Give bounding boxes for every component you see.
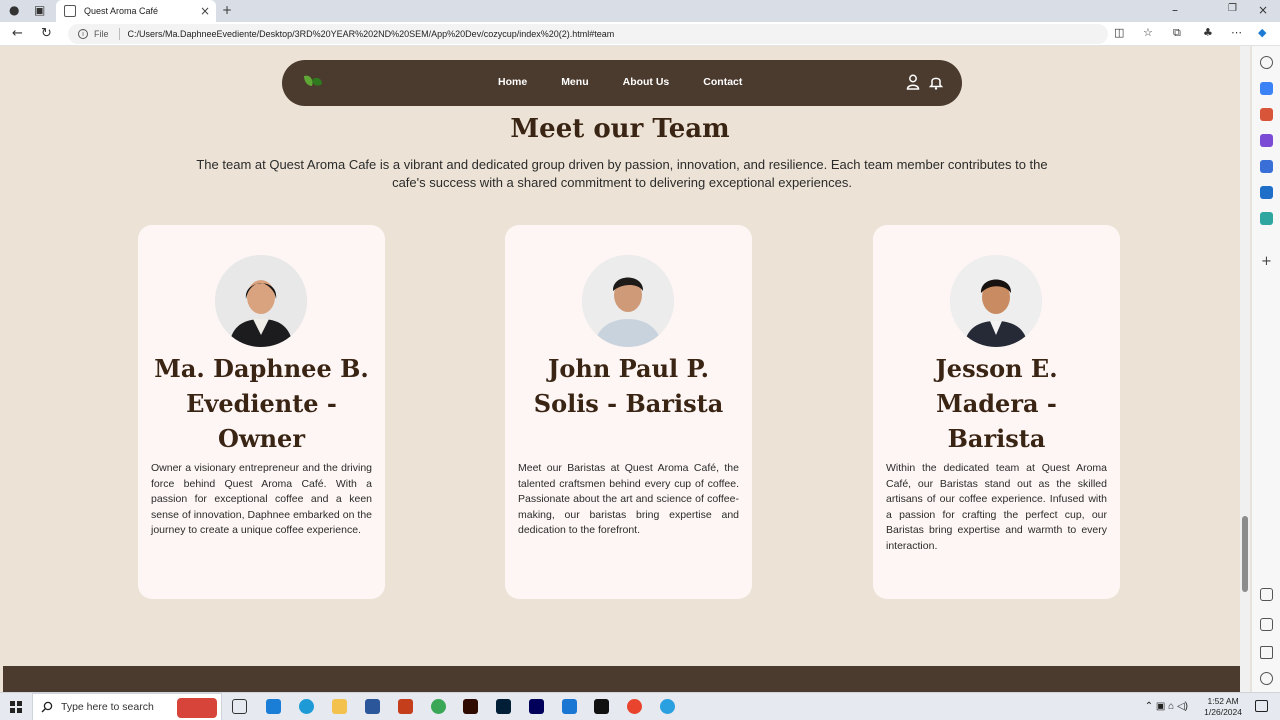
page-scrollbar[interactable] <box>1240 46 1250 692</box>
member-description: Meet our Baristas at Quest Aroma Café, t… <box>518 462 739 536</box>
settings-gear-icon[interactable] <box>1260 672 1273 685</box>
edge-icon[interactable] <box>299 699 314 714</box>
member-name: John Paul P. Solis - Barista <box>533 354 724 418</box>
sidebar-toggle-icon[interactable] <box>1260 618 1273 631</box>
team-intro: The team at Quest Aroma Cafe is a vibran… <box>196 157 1048 190</box>
nav-home-link[interactable]: Home <box>498 76 527 88</box>
external-link-icon[interactable] <box>1260 646 1273 659</box>
restore-icon[interactable]: ❐ <box>1228 3 1237 14</box>
wps-icon[interactable] <box>627 699 642 714</box>
close-tab-icon[interactable]: × <box>200 4 210 18</box>
back-icon[interactable]: ← <box>12 26 23 41</box>
windows-taskbar: Type here to search ⌃ ▣ ⌂ ◁) 1:52 AM 1/2… <box>0 692 1280 720</box>
scrollbar-thumb[interactable] <box>1242 516 1248 592</box>
team-card: Jesson E. Madera - Barista Within the de… <box>873 225 1120 599</box>
drop-icon[interactable] <box>1260 212 1273 225</box>
bell-icon[interactable] <box>929 74 943 90</box>
web-page: Home Menu About Us Contact Meet our Team… <box>0 46 1240 692</box>
add-icon[interactable]: + <box>1260 255 1273 269</box>
browser-tab-bar: ● ▣ Quest Aroma Café × + – ❐ × <box>0 0 1280 22</box>
clock-date: 1/26/2024 <box>1204 707 1242 717</box>
nav-contact-link[interactable]: Contact <box>703 76 742 88</box>
team-card: Ma. Daphnee B. Evediente - Owner Owner a… <box>138 225 385 599</box>
powerpoint-icon[interactable] <box>398 699 413 714</box>
mail-icon[interactable] <box>266 699 281 714</box>
capcut-icon[interactable] <box>594 699 609 714</box>
favorites-icon[interactable]: ☆ <box>1143 26 1153 39</box>
refresh-icon[interactable]: ↻ <box>41 26 52 41</box>
new-tab-icon[interactable]: + <box>222 3 232 17</box>
shopping-icon[interactable] <box>1260 82 1273 95</box>
notification-icon[interactable] <box>1255 700 1268 712</box>
minimize-icon[interactable]: – <box>1172 3 1178 17</box>
more-menu-icon[interactable]: ⋯ <box>1231 26 1242 39</box>
search-placeholder: Type here to search <box>61 701 154 713</box>
games-icon[interactable] <box>1260 134 1273 147</box>
team-card: John Paul P. Solis - Barista Meet our Ba… <box>505 225 752 599</box>
illustrator-icon[interactable] <box>463 699 478 714</box>
screenshot-icon[interactable] <box>1260 588 1273 601</box>
address-toolbar: ← ↻ i File C:/Users/Ma.DaphneeEvediente/… <box>0 22 1280 46</box>
member-photo <box>215 255 307 347</box>
chrome-icon[interactable] <box>431 699 446 714</box>
site-navbar: Home Menu About Us Contact <box>282 60 962 106</box>
nav-about-link[interactable]: About Us <box>623 76 670 88</box>
tools-icon[interactable] <box>1260 108 1273 121</box>
task-view-icon[interactable] <box>232 699 247 714</box>
close-window-icon[interactable]: × <box>1258 3 1268 17</box>
tab-title: Quest Aroma Café <box>84 6 159 16</box>
gift-icon[interactable] <box>177 698 217 718</box>
member-photo <box>582 255 674 347</box>
sharp-app-icon[interactable] <box>562 699 577 714</box>
word-icon[interactable] <box>365 699 380 714</box>
member-name: Ma. Daphnee B. Evediente - Owner <box>154 354 369 453</box>
clock-time: 1:52 AM <box>1207 696 1239 706</box>
browser-sidebar: + <box>1251 46 1280 692</box>
system-tray-icons[interactable]: ⌃ ▣ ⌂ ◁) <box>1145 701 1188 712</box>
page-favicon-icon <box>64 5 76 17</box>
address-scheme: File <box>94 29 109 39</box>
nav-links: Home Menu About Us Contact <box>498 76 776 88</box>
office-icon[interactable] <box>1260 160 1273 173</box>
telegram-icon[interactable] <box>660 699 675 714</box>
windows-start-icon[interactable] <box>10 701 22 713</box>
search-icon[interactable] <box>1260 56 1273 69</box>
info-icon[interactable]: i <box>78 29 88 39</box>
member-name: Jesson E. Madera - Barista <box>935 354 1058 453</box>
footer-band <box>3 666 1240 692</box>
taskbar-search[interactable]: Type here to search <box>32 693 222 720</box>
collections-icon[interactable]: ⧉ <box>1173 26 1181 40</box>
browser-tab[interactable]: Quest Aroma Café × <box>56 0 216 22</box>
clock[interactable]: 1:52 AM 1/26/2024 <box>1204 696 1242 718</box>
member-photo <box>950 255 1042 347</box>
user-icon[interactable] <box>906 74 920 90</box>
file-explorer-icon[interactable] <box>332 699 347 714</box>
photoshop-icon[interactable] <box>496 699 511 714</box>
address-url[interactable]: C:/Users/Ma.DaphneeEvediente/Desktop/3RD… <box>128 29 615 39</box>
address-divider <box>118 28 120 40</box>
member-description: Owner a visionary entrepreneur and the d… <box>151 462 372 536</box>
split-view-icon[interactable]: ◫ <box>1114 26 1124 39</box>
copilot-icon[interactable]: ◆ <box>1258 26 1266 39</box>
leaf-logo-icon[interactable] <box>302 72 326 90</box>
outlook-icon[interactable] <box>1260 186 1273 199</box>
nav-menu-link[interactable]: Menu <box>561 76 588 88</box>
tab-actions-icon[interactable]: ▣ <box>34 3 45 17</box>
profile-icon[interactable]: ● <box>9 3 19 17</box>
search-icon <box>41 701 53 713</box>
member-description: Within the dedicated team at Quest Aroma… <box>886 462 1107 552</box>
extensions-icon[interactable]: ♣ <box>1203 26 1213 39</box>
team-heading: Meet our Team <box>510 114 730 144</box>
address-bar[interactable]: i File C:/Users/Ma.DaphneeEvediente/Desk… <box>68 24 1108 44</box>
premiere-icon[interactable] <box>529 699 544 714</box>
